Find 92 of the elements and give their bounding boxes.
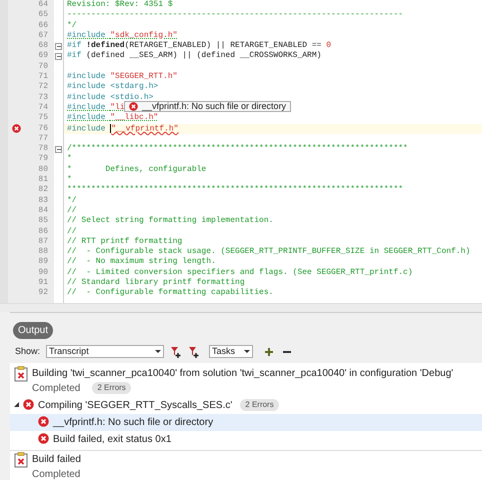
output-entry[interactable]: Build failed Completed (10, 450, 482, 480)
line-number: 77 (37, 134, 49, 144)
code-line: Revision: $Rev: 4351 $ (66, 0, 173, 10)
show-dropdown[interactable]: Transcript (46, 345, 164, 358)
line-number: 84 (37, 206, 49, 216)
build-report-icon (14, 452, 28, 468)
line-number: 92 (37, 288, 49, 299)
line-number: 67 (37, 30, 49, 42)
line-number: 70 (37, 62, 49, 72)
line-number: 82 (37, 185, 49, 196)
horizontal-scrollbar[interactable] (0, 303, 482, 312)
error-count-badge: 2 Errors (240, 399, 279, 411)
line-number: 81 (37, 175, 49, 186)
code-line: #include <stdio.h> (66, 92, 154, 102)
error-count-badge: 2 Errors (92, 382, 131, 394)
output-entry[interactable]: __vfprintf.h: No such file or directory (10, 414, 482, 430)
expand-triangle-icon[interactable] (14, 402, 19, 406)
line-number: 71 (37, 72, 49, 82)
error-icon (38, 432, 49, 444)
line-number: 87 (37, 236, 49, 248)
code-line: // (66, 226, 77, 237)
line-number: 76 (37, 124, 49, 134)
code-line: // - Configurable stack usage. (SEGGER_RTT_PRINTF_BUFFER_SIZE in SEGGER_RTT_Conf.h) (66, 247, 470, 257)
entry-title: __vfprintf.h: No such file or directory (53, 416, 214, 430)
error-icon (23, 398, 34, 410)
code-line: /********************************************************************** (66, 144, 408, 154)
code-line: #if (defined __SES_ARM) || (defined __CROSSWORKS_ARM) (66, 51, 322, 62)
output-entry[interactable]: Building 'twi_scanner_pca10040' from solution 'twi_scanner_pca10040' in configuration 'Debug' Completed 2 Errors (10, 364, 482, 396)
fold-toggle[interactable] (55, 42, 62, 50)
line-number: 85 (37, 216, 49, 227)
code-area[interactable] (64, 0, 482, 303)
entry-title: Compiling 'SEGGER_RTT_Syscalls_SES.c' (38, 398, 232, 412)
code-line: // (66, 206, 77, 216)
entry-title: Building 'twi_scanner_pca10040' from solution 'twi_scanner_pca10040' in configuration 'Debug' (32, 366, 454, 380)
filter-remove-icon[interactable] (188, 346, 200, 358)
line-number: 78 (37, 144, 49, 154)
code-line: ********************************************************************** (66, 185, 404, 196)
filter-add-icon[interactable] (170, 346, 182, 358)
code-line: // - Configurable formatting capabilities. (66, 288, 274, 299)
line-number: 91 (37, 278, 49, 288)
error-icon (38, 416, 49, 426)
code-line: */ (66, 20, 77, 31)
line-number: 80 (37, 164, 49, 176)
output-entry[interactable]: Build failed, exit status 0x1 (10, 430, 482, 448)
line-number: 69 (37, 51, 49, 62)
dropdown-arrow-icon (155, 350, 162, 354)
line-number: 72 (37, 82, 49, 93)
tasks-dropdown[interactable]: Tasks (209, 345, 254, 358)
code-line: #include "SEGGER_RTT.h" (66, 72, 178, 82)
fold-toggle[interactable] (55, 146, 62, 153)
line-number: 73 (37, 92, 49, 103)
entry-status: Completed (32, 382, 80, 396)
line-number: 88 (37, 247, 49, 258)
show-label: Show: (15, 345, 40, 358)
error-icon (12, 124, 20, 134)
plus-icon[interactable] (265, 348, 274, 356)
code-line: // - No maximum string length. (66, 257, 216, 268)
tooltip-text: __vfprintf.h: No such file or directory (142, 102, 286, 111)
code-line: #include "sdk_config.h" (66, 30, 178, 41)
entry-title: Build failed (32, 452, 81, 466)
dropdown-arrow-icon (244, 350, 250, 354)
code-line: // Standard library printf formatting (66, 278, 245, 288)
code-line: #if !defined(RETARGET_ENABLED) || RETARGET_ENABLED == 0 (66, 41, 332, 51)
code-line: * (66, 154, 72, 165)
line-number: 89 (37, 257, 49, 268)
entry-status: Completed (32, 468, 80, 480)
code-line: // RTT printf formatting (66, 236, 182, 247)
line-number: 79 (37, 154, 49, 165)
code-line: */ (66, 196, 77, 206)
fold-toggle[interactable] (55, 53, 62, 60)
entry-title: Build failed, exit status 0x1 (53, 432, 172, 446)
output-tab[interactable]: Output (13, 322, 54, 339)
code-line: #include <stdarg.h> (66, 82, 158, 93)
code-line: // - Limited conversion specifiers and flags. (See SEGGER_RTT_printf.c) (66, 268, 413, 278)
code-line: #include "li (66, 102, 125, 113)
code-line: * (66, 175, 72, 185)
line-number: 74 (37, 102, 49, 114)
line-number: 86 (37, 226, 49, 237)
line-number: 75 (37, 113, 49, 124)
code-line: ---------------------------------------------------------------------- (66, 10, 404, 21)
line-number: 65 (37, 10, 49, 21)
line-number: 68 (37, 41, 49, 52)
output-entry[interactable]: Compiling 'SEGGER_RTT_Syscalls_SES.c' 2 Errors (10, 396, 482, 414)
line-number: 66 (37, 20, 49, 31)
build-report-icon (14, 366, 28, 382)
line-number: 83 (37, 196, 49, 206)
line-number: 64 (37, 0, 49, 10)
line-number: 90 (37, 268, 49, 278)
code-line: // Select string formatting implementation. (66, 216, 274, 227)
code-line: #include "__libc.h" (66, 113, 158, 124)
code-line: #include "__vfprintf.h" (66, 124, 178, 134)
code-line: * Defines, configurable (66, 164, 206, 175)
